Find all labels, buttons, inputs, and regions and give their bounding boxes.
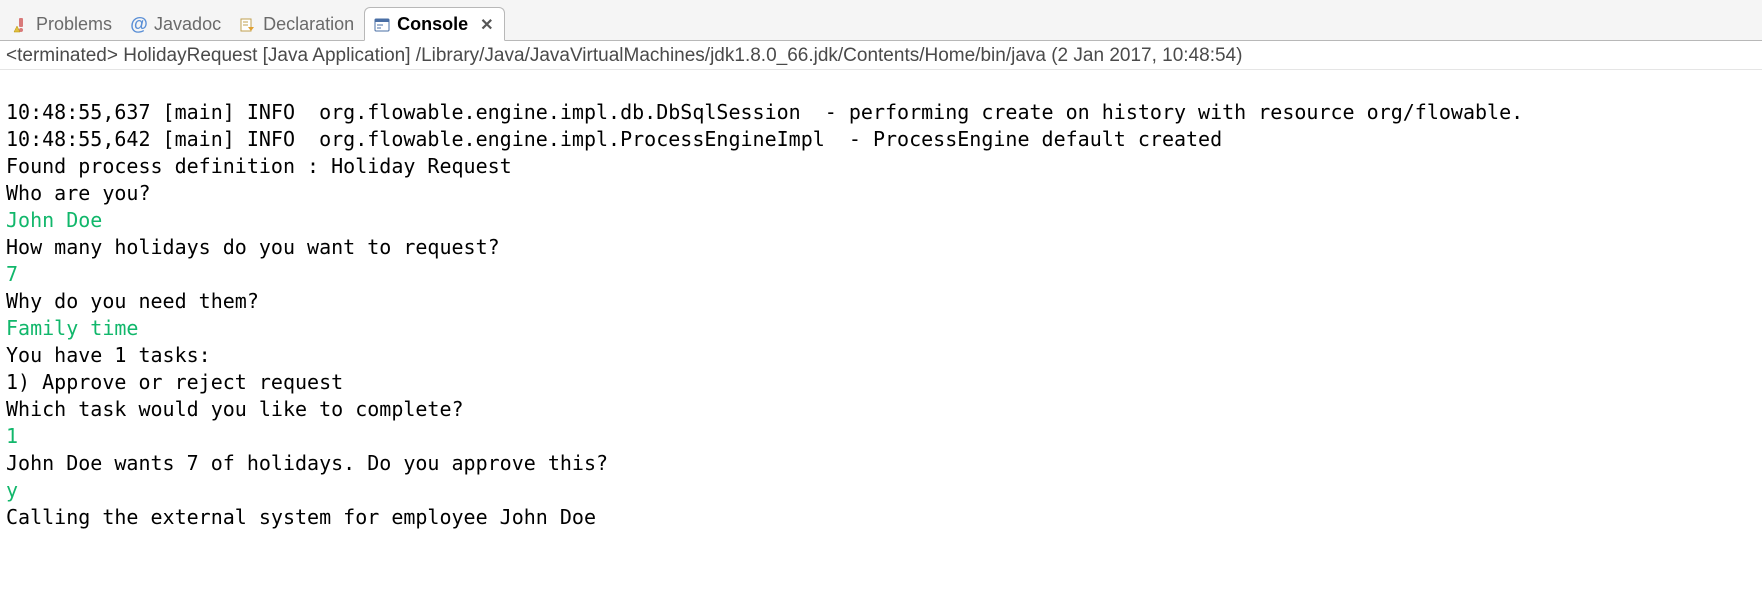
problems-icon	[12, 16, 30, 34]
tab-label: Console	[397, 14, 468, 35]
tab-label: Problems	[36, 14, 112, 35]
tab-label: Javadoc	[154, 14, 221, 35]
user-input-line: y	[6, 478, 18, 502]
tab-problems[interactable]: Problems	[4, 8, 122, 40]
log-line: How many holidays do you want to request…	[6, 235, 500, 259]
view-tabs: Problems @ Javadoc Declaration Console	[0, 0, 1762, 41]
log-line: Calling the external system for employee…	[6, 505, 596, 529]
log-line: You have 1 tasks:	[6, 343, 211, 367]
at-icon: @	[130, 16, 148, 34]
log-line: 10:48:55,637 [main] INFO org.flowable.en…	[6, 100, 1523, 124]
log-line: Found process definition : Holiday Reque…	[6, 154, 512, 178]
declaration-icon	[239, 16, 257, 34]
log-line: Why do you need them?	[6, 289, 259, 313]
tab-label: Declaration	[263, 14, 354, 35]
user-input-line: 1	[6, 424, 18, 448]
user-input-line: Family time	[6, 316, 138, 340]
close-icon[interactable]: ✕	[480, 15, 493, 35]
tab-javadoc[interactable]: @ Javadoc	[122, 8, 231, 40]
user-input-line: John Doe	[6, 208, 102, 232]
log-line: 10:48:55,642 [main] INFO org.flowable.en…	[6, 127, 1222, 151]
tab-declaration[interactable]: Declaration	[231, 8, 364, 40]
user-input-line: 7	[6, 262, 18, 286]
console-icon	[373, 16, 391, 34]
terminated-status: <terminated> HolidayRequest [Java Applic…	[0, 41, 1762, 70]
log-line: John Doe wants 7 of holidays. Do you app…	[6, 451, 608, 475]
log-line: Who are you?	[6, 181, 151, 205]
console-output: 10:48:55,637 [main] INFO org.flowable.en…	[0, 70, 1762, 533]
tab-console[interactable]: Console ✕	[364, 7, 504, 41]
log-line: 1) Approve or reject request	[6, 370, 343, 394]
log-line: Which task would you like to complete?	[6, 397, 464, 421]
